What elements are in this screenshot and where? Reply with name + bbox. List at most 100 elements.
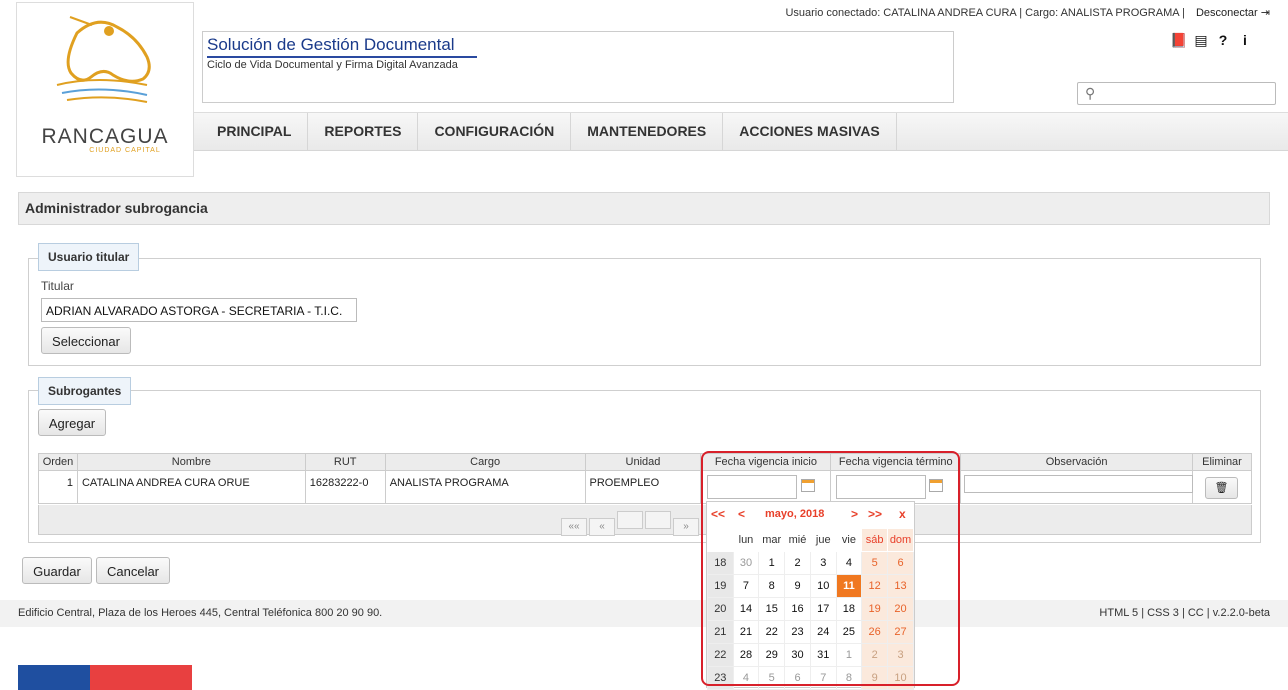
search-box[interactable]: ⚲ <box>1077 82 1276 105</box>
calendar-day[interactable]: 9 <box>861 666 889 690</box>
col-unidad: Unidad <box>584 453 702 471</box>
pager-first[interactable]: «« <box>561 518 587 536</box>
day-header: dom <box>887 528 914 552</box>
prev-year-button[interactable]: << <box>711 507 725 521</box>
calendar-icon[interactable] <box>801 479 815 492</box>
calendar-day[interactable]: 2 <box>861 643 889 667</box>
calendar-day[interactable]: 26 <box>861 620 889 644</box>
calendar-day[interactable]: 2 <box>784 551 811 575</box>
calendar-week-row: 19 7 8 9 10 11 12 13 <box>707 574 914 598</box>
nav-acciones-masivas[interactable]: ACCIONES MASIVAS <box>723 113 897 150</box>
calendar-day[interactable]: 27 <box>887 620 914 644</box>
pager-page[interactable] <box>617 511 643 529</box>
calendar-day[interactable]: 25 <box>835 620 863 644</box>
calendar-day[interactable]: 3 <box>887 643 914 667</box>
calendar-day[interactable]: 15 <box>758 597 786 621</box>
calendar-day[interactable]: 10 <box>887 666 914 690</box>
calendar-day[interactable]: 3 <box>809 551 837 575</box>
app-subtitle: Ciclo de Vida Documental y Firma Digital… <box>207 59 458 71</box>
calendar-day[interactable]: 4 <box>732 666 760 690</box>
calendar-week-row: 21 21 22 23 24 25 26 27 <box>707 620 914 644</box>
prev-month-button[interactable]: < <box>738 507 745 521</box>
calendar-day[interactable]: 16 <box>784 597 811 621</box>
calendar-day[interactable]: 13 <box>887 574 914 598</box>
day-header: sáb <box>861 528 889 552</box>
fecha-termino-input[interactable] <box>836 475 926 499</box>
day-header: mar <box>758 528 786 552</box>
calendar-day[interactable]: 1 <box>758 551 786 575</box>
logo[interactable]: RANCAGUA CIUDAD CAPITAL <box>16 2 194 177</box>
day-header: lun <box>732 528 760 552</box>
calendar-day[interactable]: 29 <box>758 643 786 667</box>
save-button[interactable]: Guardar <box>22 557 92 584</box>
delete-button[interactable]: 🗑 <box>1205 477 1238 499</box>
calendar-day[interactable]: 17 <box>809 597 837 621</box>
cancel-button[interactable]: Cancelar <box>96 557 170 584</box>
calendar-day[interactable]: 5 <box>758 666 786 690</box>
calendar-day[interactable]: 4 <box>835 551 863 575</box>
day-header: jue <box>809 528 837 552</box>
calendar-day[interactable]: 30 <box>784 643 811 667</box>
pager-page[interactable] <box>645 511 671 529</box>
date-picker: << < mayo, 2018 > >> x lun mar mié jue vie sá… <box>706 501 915 690</box>
calendar-day[interactable]: 21 <box>732 620 760 644</box>
fecha-inicio-input[interactable] <box>707 475 797 499</box>
calendar-day[interactable]: 8 <box>758 574 786 598</box>
search-input[interactable] <box>1104 85 1269 102</box>
calendar-week-row: 22 28 29 30 31 1 2 3 <box>707 643 914 667</box>
nav-reportes[interactable]: REPORTES <box>308 113 419 150</box>
app-title-box: Solución de Gestión Documental Ciclo de … <box>202 31 954 103</box>
pager-next[interactable]: » <box>673 518 699 536</box>
select-button[interactable]: Seleccionar <box>41 327 131 354</box>
calendar-day[interactable]: 18 <box>835 597 863 621</box>
month-title: mayo, 2018 <box>765 508 825 520</box>
cell-unidad: PROEMPLEO <box>584 470 702 504</box>
calendar-day[interactable]: 12 <box>861 574 889 598</box>
calendar-day[interactable]: 14 <box>732 597 760 621</box>
calendar-icon[interactable] <box>929 479 943 492</box>
app-title: Solución de Gestión Documental <box>207 35 477 58</box>
calendar-day[interactable]: 30 <box>732 551 760 575</box>
titular-field[interactable]: ADRIAN ALVARADO ASTORGA - SECRETARIA - T… <box>41 298 357 322</box>
calendar-day[interactable]: 22 <box>758 620 786 644</box>
col-fecha-inicio: Fecha vigencia inicio <box>700 453 832 471</box>
logout-link[interactable]: Desconectar ⇥ <box>1196 7 1270 19</box>
col-eliminar: Eliminar <box>1191 453 1253 471</box>
flag-blue <box>18 665 90 690</box>
nav-principal[interactable]: PRINCIPAL <box>194 113 309 150</box>
cell-orden: 1 <box>38 470 78 504</box>
info-icon[interactable]: i <box>1234 32 1256 48</box>
calendar-day[interactable]: 28 <box>732 643 760 667</box>
calendar-day[interactable]: 7 <box>809 666 837 690</box>
calendar-day[interactable]: 19 <box>861 597 889 621</box>
next-month-button[interactable]: > <box>851 507 858 521</box>
calendar-day[interactable]: 23 <box>784 620 811 644</box>
book-icon[interactable]: 📕 <box>1168 32 1190 49</box>
calendar-day[interactable]: 5 <box>861 551 889 575</box>
footer: Edificio Central, Plaza de los Heroes 44… <box>0 600 1288 627</box>
calendar-day[interactable]: 24 <box>809 620 837 644</box>
newspaper-icon[interactable]: ▤ <box>1190 32 1212 49</box>
calendar-day[interactable]: 20 <box>887 597 914 621</box>
calendar-day[interactable]: 31 <box>809 643 837 667</box>
pager-prev[interactable]: « <box>589 518 615 536</box>
calendar-day[interactable]: 6 <box>887 551 914 575</box>
question-icon[interactable]: ? <box>1212 32 1234 48</box>
calendar-day[interactable]: 9 <box>784 574 811 598</box>
calendar-day[interactable]: 7 <box>732 574 760 598</box>
nav-configuracion[interactable]: CONFIGURACIÓN <box>418 113 572 150</box>
next-year-button[interactable]: >> <box>868 507 882 521</box>
week-number: 20 <box>707 597 734 621</box>
add-button[interactable]: Agregar <box>38 409 106 436</box>
calendar-day[interactable]: 1 <box>835 643 863 667</box>
calendar-day[interactable]: 6 <box>784 666 811 690</box>
calendar-week-row: 20 14 15 16 17 18 19 20 <box>707 597 914 621</box>
observacion-input[interactable] <box>964 475 1193 493</box>
calendar-day[interactable]: 8 <box>835 666 863 690</box>
nav-mantenedores[interactable]: MANTENEDORES <box>571 113 724 150</box>
calendar-day[interactable]: 11 <box>835 574 863 598</box>
cell-rut: 16283222-0 <box>304 470 386 504</box>
calendar-day[interactable]: 10 <box>809 574 837 598</box>
col-cargo: Cargo <box>384 453 586 471</box>
close-button[interactable]: x <box>899 507 906 521</box>
